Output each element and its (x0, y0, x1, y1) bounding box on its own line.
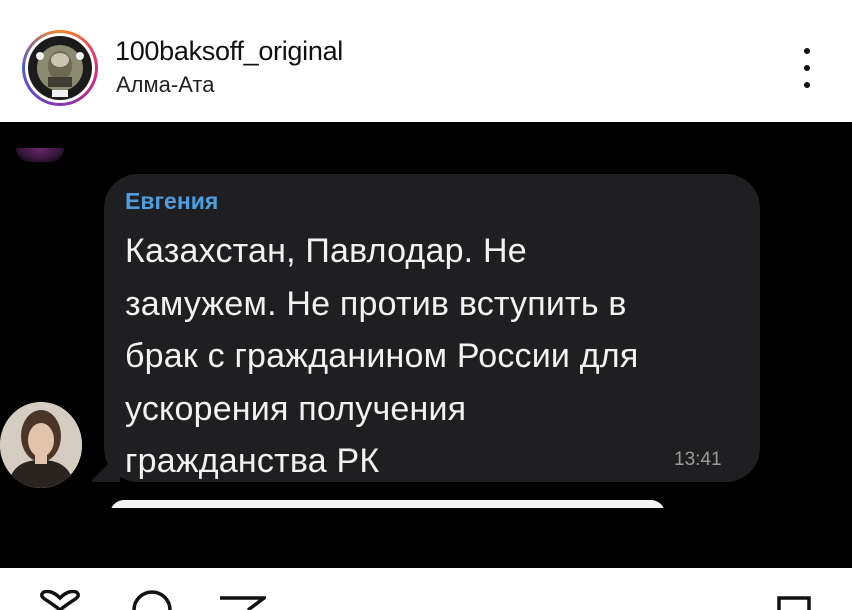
message-text: Казахстан, Павлодар. Не замужем. Не прот… (125, 232, 639, 480)
post-action-bar (0, 568, 852, 610)
post-image: Евгения Казахстан, Павлодар. Не замужем.… (0, 122, 852, 568)
more-vertical-icon[interactable] (795, 48, 819, 88)
share-icon[interactable] (218, 590, 266, 610)
message-sender-name: Евгения (125, 188, 219, 214)
post-location[interactable]: Алма-Ата (116, 72, 214, 98)
brand-logo-icon (28, 36, 92, 100)
previous-avatar-fragment (16, 148, 64, 162)
bookmark-icon[interactable] (775, 590, 813, 610)
message-time: 13:41 (674, 449, 722, 470)
profile-avatar[interactable] (22, 30, 98, 106)
post-username[interactable]: 100baksoff_original (115, 36, 343, 67)
post-header: 100baksoff_original Алма-Ата (0, 0, 852, 122)
comment-icon[interactable] (130, 590, 174, 610)
heart-icon[interactable] (38, 590, 82, 610)
sender-avatar (0, 402, 82, 488)
